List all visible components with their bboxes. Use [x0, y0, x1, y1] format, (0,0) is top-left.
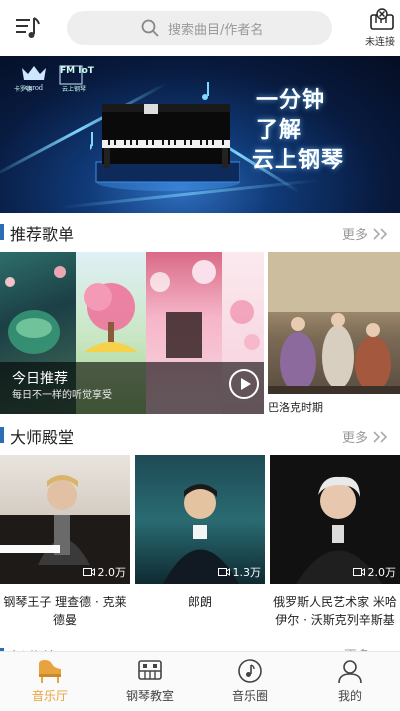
today-recommend-subtitle: 每日不一样的听觉享受 [12, 390, 112, 401]
tab-music-circle[interactable]: 音乐圈 [200, 652, 300, 711]
promo-banner[interactable]: carod 卡罗德 FM IoT 云上钢琴 一分钟 了解 云上钢琴 [0, 56, 400, 213]
video-icon [217, 568, 230, 576]
master-name-voskresensky: 俄罗斯人民艺术家 米哈伊尔 · 沃斯克列辛斯基 [273, 595, 397, 627]
search-placeholder: 搜索曲目/作者名 [168, 22, 264, 38]
search-icon [141, 19, 159, 37]
banner-slogan: 一分钟 了解 云上钢琴 [252, 86, 344, 176]
recommend-section-header: 推荐歌单 更多 [0, 214, 400, 250]
baroque-playlist-label: 巴洛克时期 [268, 401, 323, 414]
device-connection-button[interactable]: 未连接 [364, 8, 400, 52]
master-name-clayderman: 钢琴王子 理查德 · 克莱德曼 [3, 595, 127, 627]
top-bar: 搜索曲目/作者名 未连接 [0, 0, 400, 56]
device-status-label: 未连接 [365, 37, 395, 48]
brand-logo: carod [22, 66, 46, 92]
tab-profile[interactable]: 我的 [300, 652, 400, 711]
bottom-tab-bar: 音乐厅 钢琴教室 音乐圈 我的 [0, 651, 400, 711]
recommend-more-link[interactable]: 更多 [342, 224, 390, 243]
view-count-value: 1.3万 [232, 566, 262, 579]
baroque-playlist-cover[interactable] [268, 252, 400, 394]
master-card-voskresensky[interactable]: 2.0万 [270, 455, 400, 584]
master-card-langlang[interactable]: 1.3万 [135, 455, 265, 584]
slogan-line-2: 了解 [256, 118, 303, 143]
daily-recommend-card[interactable]: 今日推荐 每日不一样的听觉享受 [0, 252, 264, 414]
tab-label: 音乐厅 [31, 689, 68, 703]
more-label: 更多 [341, 431, 368, 446]
video-icon [82, 568, 95, 576]
recommend-title: 推荐歌单 [10, 225, 75, 244]
section-accent-bar [0, 427, 4, 443]
view-count: 2.0万 [352, 564, 397, 580]
view-count-value: 2.0万 [97, 566, 127, 579]
master-name-langlang: 郎朗 [187, 595, 212, 609]
tab-piano-classroom[interactable]: 钢琴教室 [100, 652, 200, 711]
tab-label: 钢琴教室 [125, 689, 174, 703]
masters-more-link[interactable]: 更多 [342, 427, 390, 446]
today-recommend-title: 今日推荐 [12, 371, 68, 387]
master-card-clayderman[interactable]: 2.0万 [0, 455, 130, 584]
view-count: 2.0万 [82, 564, 127, 580]
slogan-line-1: 一分钟 [256, 88, 326, 113]
more-label: 更多 [341, 228, 368, 243]
fm-iot-text: FM IoT [60, 66, 94, 76]
view-count: 1.3万 [217, 564, 262, 580]
slogan-line-3: 云上钢琴 [252, 148, 345, 173]
piano-disconnected-icon [370, 8, 394, 30]
brand-left-text: 卡罗德 [14, 86, 33, 93]
upright-piano-icon [138, 660, 162, 680]
view-count-value: 2.0万 [367, 566, 397, 579]
section-accent-bar [0, 224, 4, 240]
upright-piano-image [90, 82, 240, 191]
search-input[interactable]: 搜索曲目/作者名 [67, 11, 332, 45]
play-button[interactable] [229, 369, 259, 399]
user-icon [338, 660, 362, 684]
masters-title: 大师殿堂 [10, 428, 75, 447]
baroque-painting-image [268, 252, 400, 394]
tab-label: 音乐圈 [231, 689, 268, 703]
double-chevron-right-icon [373, 430, 388, 443]
brand-right-text: 云上钢琴 [62, 86, 87, 93]
masters-section-header: 大师殿堂 更多 [0, 417, 400, 453]
grand-piano-icon [39, 660, 61, 683]
tab-label: 我的 [337, 689, 362, 703]
video-icon [352, 568, 365, 576]
playlist-menu-icon[interactable] [14, 14, 44, 42]
music-disc-icon [238, 659, 262, 683]
double-chevron-right-icon [373, 227, 388, 240]
tab-music-hall[interactable]: 音乐厅 [0, 652, 100, 711]
